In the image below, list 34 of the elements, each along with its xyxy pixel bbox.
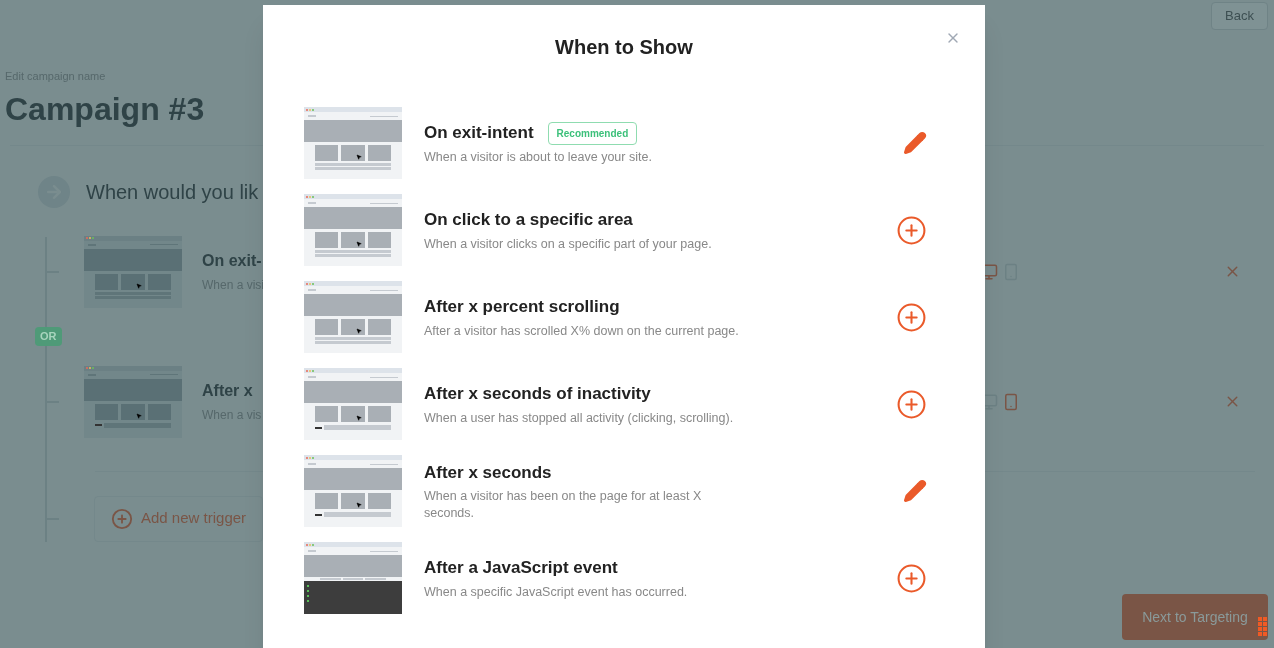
option-title: After x seconds (424, 461, 552, 484)
trigger-title: On exit- (202, 251, 262, 271)
option-description: When a visitor is about to leave your site. (424, 148, 653, 166)
trigger-option[interactable]: On exit-intent Recommended When a visitor is about to leave your site. (304, 107, 927, 179)
plus-circle-icon[interactable] (896, 214, 927, 246)
campaign-title: Campaign #3 (5, 89, 206, 129)
trigger-option[interactable]: After x seconds When a visitor has been on the page for at least X seconds. (304, 455, 927, 527)
grid-dots-icon[interactable] (1258, 617, 1267, 636)
option-title: After x seconds of inactivity (424, 383, 651, 406)
trigger-title: After x (202, 381, 253, 401)
option-description: When a visitor has been on the page for at least X seconds. (424, 488, 703, 523)
trigger-option[interactable]: After a JavaScript event When a specific JavaScript event has occurred. (304, 542, 927, 614)
option-description: After a visitor has scrolled X% down on the current page. (424, 322, 740, 340)
plus-circle-icon[interactable] (896, 562, 927, 594)
plus-circle-icon[interactable] (896, 388, 927, 420)
trigger-option[interactable]: After x seconds of inactivity When a user has stopped all activity (clicking, scrolling). (304, 368, 927, 440)
section-heading: When would you lik (86, 179, 259, 205)
modal-title: When to Show (555, 35, 693, 60)
option-title: After a JavaScript event (424, 557, 618, 580)
recommended-badge: Recommended (547, 121, 638, 145)
pencil-icon[interactable] (903, 479, 927, 503)
trigger-option[interactable]: On click to a specific area When a visitor clicks on a specific part of your page. (304, 194, 927, 266)
option-description: When a user has stopped all activity (clicking, scrolling). (424, 409, 735, 427)
option-title: After x percent scrolling (424, 296, 620, 319)
mobile-icon[interactable] (1002, 392, 1020, 411)
pencil-icon[interactable] (903, 131, 927, 155)
trigger-option[interactable]: After x percent scrolling After a visitor has scrolled X% down on the current page. (304, 281, 927, 353)
option-title: On exit-intent (424, 122, 534, 145)
plus-circle-icon (111, 507, 133, 530)
option-title: On click to a specific area (424, 209, 633, 232)
option-description: When a specific JavaScript event has occurred. (424, 583, 689, 601)
option-description: When a visitor clicks on a specific part of your page. (424, 235, 713, 253)
or-badge: OR (35, 327, 62, 346)
plus-circle-icon[interactable] (896, 301, 927, 333)
